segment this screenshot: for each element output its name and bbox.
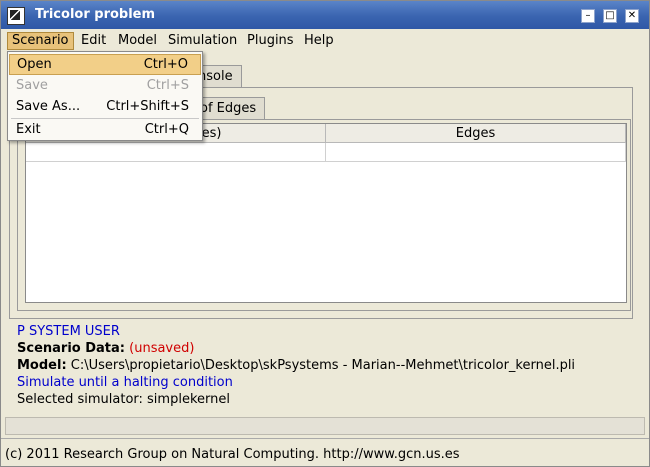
app-window: Tricolor problem – □ ✕ Scenario Edit Mod… [0, 0, 650, 467]
status-bar-text: (c) 2011 Research Group on Natural Compu… [5, 447, 460, 462]
simulate-condition: Simulate until a halting condition [17, 375, 233, 390]
menu-item-label: Open [17, 57, 52, 72]
menu-item-shortcut: Ctrl+Q [144, 122, 189, 137]
menu-bar: Scenario Edit Model Simulation Plugins H… [1, 29, 649, 51]
menu-plugins[interactable]: Plugins [243, 32, 298, 50]
edges-table: les) Edges [25, 123, 627, 303]
window-title: Tricolor problem [35, 7, 156, 22]
menu-simulation[interactable]: Simulation [164, 32, 241, 50]
menu-help[interactable]: Help [300, 32, 338, 50]
scenario-data-label: Scenario Data: [17, 341, 125, 356]
menu-item-shortcut: Ctrl+Shift+S [106, 99, 189, 114]
menu-item-label: Save As... [16, 99, 81, 114]
menu-item-shortcut: Ctrl+S [146, 78, 189, 93]
model-path: C:\Users\propietario\Desktop\skPsystems … [70, 358, 576, 373]
menu-item-open[interactable]: Open Ctrl+O [9, 54, 201, 75]
menu-item-label: Exit [16, 122, 41, 137]
app-icon [7, 7, 25, 25]
table-row[interactable] [26, 143, 626, 162]
scenario-dropdown-menu: Open Ctrl+O Save Ctrl+S Save As... Ctrl+… [7, 51, 203, 141]
menu-scenario[interactable]: Scenario [7, 32, 74, 50]
status-divider [1, 438, 649, 439]
horizontal-scrollbar[interactable] [5, 417, 645, 435]
maximize-icon[interactable]: □ [603, 9, 617, 23]
title-bar: Tricolor problem – □ ✕ [1, 1, 649, 29]
menu-item-save-as[interactable]: Save As... Ctrl+Shift+S [9, 96, 201, 117]
table-cell[interactable] [326, 143, 626, 161]
menu-item-exit[interactable]: Exit Ctrl+Q [9, 119, 201, 140]
column-header-edges[interactable]: Edges [326, 124, 626, 143]
menu-edit[interactable]: Edit [77, 32, 110, 50]
model-label: Model: [17, 358, 67, 373]
menu-item-save: Save Ctrl+S [9, 75, 201, 96]
menu-item-label: Save [16, 78, 48, 93]
psystem-label: P SYSTEM USER [17, 324, 120, 339]
table-cell[interactable] [26, 143, 326, 161]
minimize-icon[interactable]: – [581, 9, 595, 23]
close-icon[interactable]: ✕ [625, 9, 639, 23]
info-panel: P SYSTEM USER Scenario Data: (unsaved) M… [17, 323, 637, 408]
scenario-state: (unsaved) [129, 341, 195, 356]
selected-simulator: Selected simulator: simplekernel [17, 392, 230, 407]
menu-item-shortcut: Ctrl+O [143, 57, 188, 72]
menu-model[interactable]: Model [114, 32, 161, 50]
